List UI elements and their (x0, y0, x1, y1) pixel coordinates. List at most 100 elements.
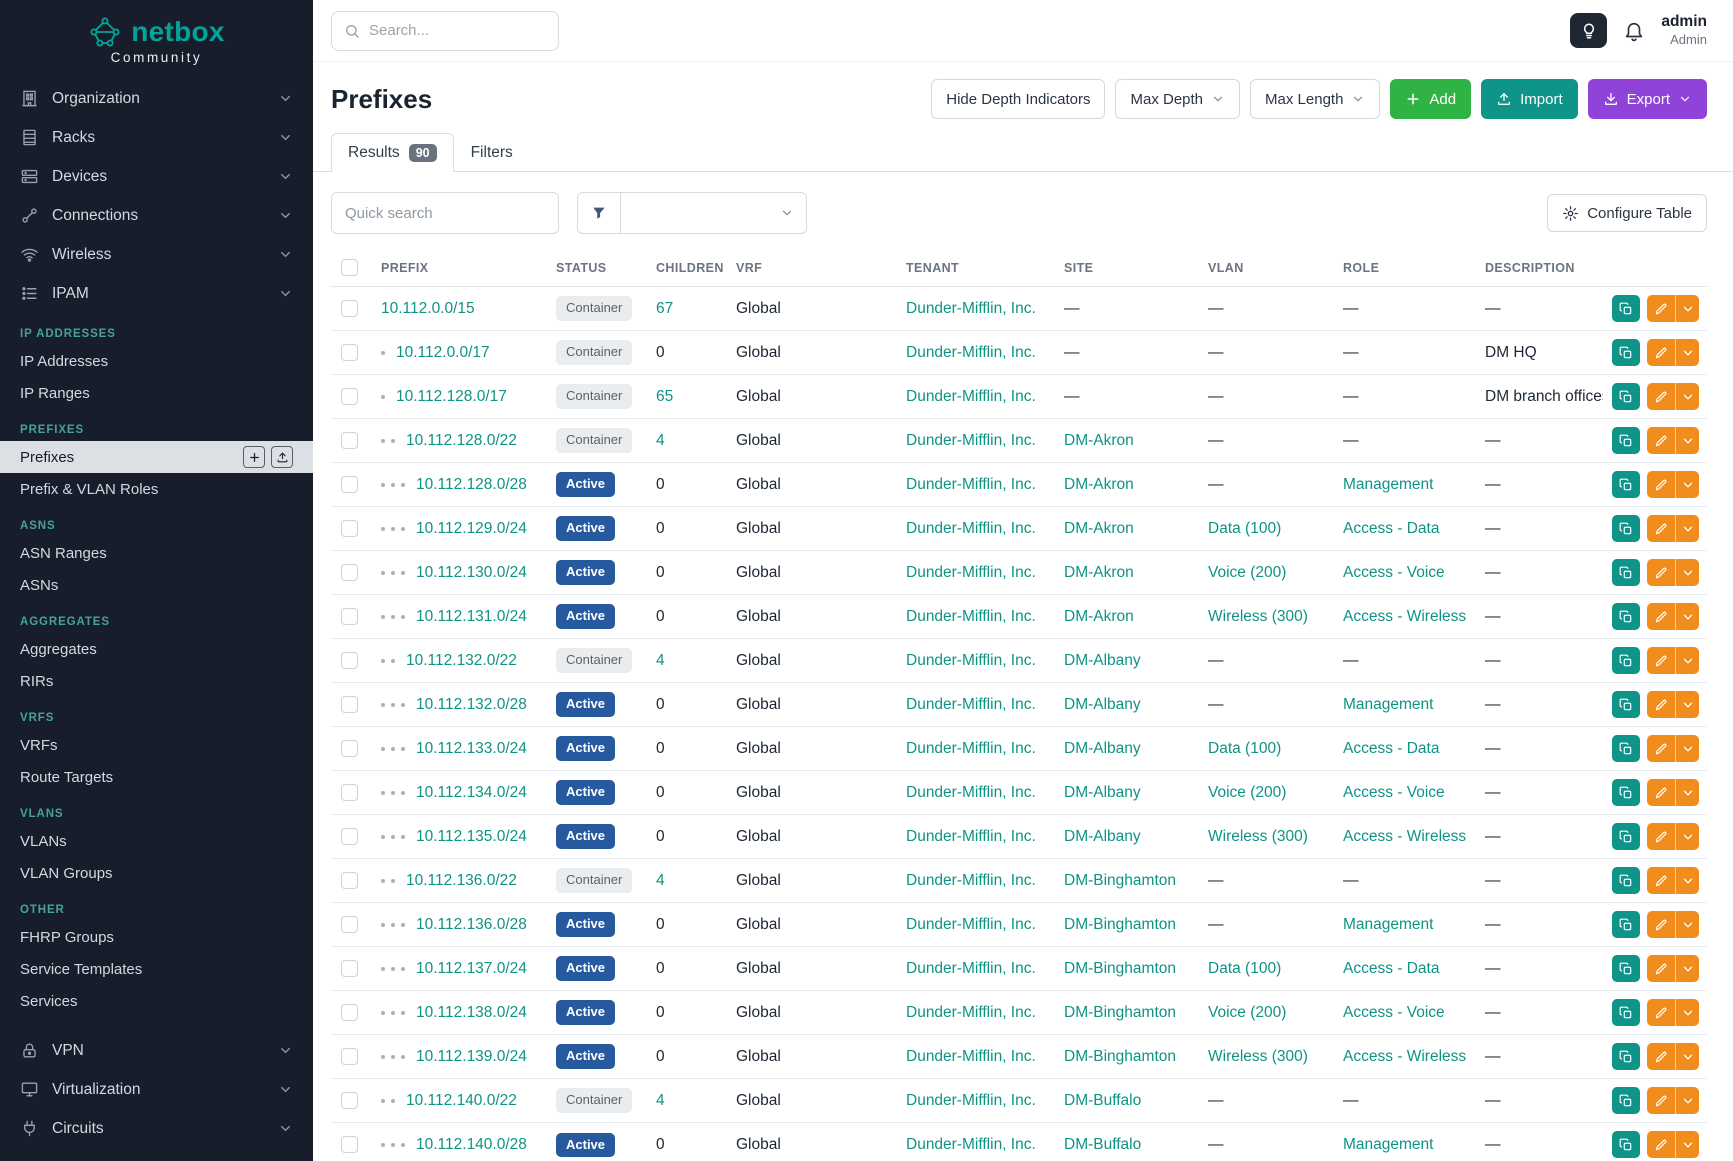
copy-button[interactable] (1612, 603, 1640, 630)
tenant-link[interactable]: Dunder-Mifflin, Inc. (906, 476, 1036, 493)
tenant-link[interactable]: Dunder-Mifflin, Inc. (906, 916, 1036, 933)
edit-dropdown-button[interactable] (1675, 471, 1699, 498)
row-checkbox[interactable] (341, 432, 358, 449)
sidebar-item-prefix-vlan-roles[interactable]: Prefix & VLAN Roles (0, 473, 313, 505)
edit-dropdown-button[interactable] (1675, 867, 1699, 894)
tenant-link[interactable]: Dunder-Mifflin, Inc. (906, 432, 1036, 449)
edit-dropdown-button[interactable] (1675, 383, 1699, 410)
column-header-status[interactable]: Status (548, 248, 648, 287)
copy-button[interactable] (1612, 383, 1640, 410)
edit-button[interactable] (1647, 603, 1675, 630)
edit-dropdown-button[interactable] (1675, 999, 1699, 1026)
role-link[interactable]: Access - Voice (1343, 784, 1445, 801)
prefix-link[interactable]: 10.112.0.0/15 (381, 300, 475, 317)
tenant-link[interactable]: Dunder-Mifflin, Inc. (906, 740, 1036, 757)
edit-button[interactable] (1647, 911, 1675, 938)
copy-button[interactable] (1612, 647, 1640, 674)
prefix-link[interactable]: 10.112.133.0/24 (416, 740, 527, 757)
vlan-link[interactable]: Data (100) (1208, 740, 1281, 757)
max-depth-dropdown[interactable]: Max Depth (1115, 79, 1240, 119)
role-link[interactable]: Access - Wireless (1343, 608, 1466, 625)
hide-depth-indicators-button[interactable]: Hide Depth Indicators (931, 79, 1105, 119)
configure-table-button[interactable]: Configure Table (1547, 194, 1707, 232)
edit-dropdown-button[interactable] (1675, 647, 1699, 674)
sidebar-item-services[interactable]: Services (0, 985, 313, 1017)
edit-button[interactable] (1647, 867, 1675, 894)
children-link[interactable]: 4 (656, 652, 665, 669)
row-checkbox[interactable] (341, 300, 358, 317)
prefix-link[interactable]: 10.112.136.0/22 (406, 872, 517, 889)
copy-button[interactable] (1612, 1043, 1640, 1070)
role-link[interactable]: Access - Wireless (1343, 1048, 1466, 1065)
export-button[interactable]: Export (1588, 79, 1707, 119)
edit-dropdown-button[interactable] (1675, 603, 1699, 630)
sidebar-item-wireless[interactable]: Wireless (0, 235, 313, 274)
quick-import-button[interactable] (271, 446, 293, 468)
edit-button[interactable] (1647, 471, 1675, 498)
edit-button[interactable] (1647, 559, 1675, 586)
sidebar-item-vpn[interactable]: VPN (0, 1031, 313, 1070)
sidebar-item-asn-ranges[interactable]: ASN Ranges (0, 537, 313, 569)
copy-button[interactable] (1612, 867, 1640, 894)
prefix-link[interactable]: 10.112.129.0/24 (416, 520, 527, 537)
vlan-link[interactable]: Wireless (300) (1208, 1048, 1308, 1065)
prefix-link[interactable]: 10.112.140.0/22 (406, 1092, 517, 1109)
edit-dropdown-button[interactable] (1675, 955, 1699, 982)
site-link[interactable]: DM-Albany (1064, 696, 1141, 713)
prefix-link[interactable]: 10.112.132.0/22 (406, 652, 517, 669)
netbox-logo[interactable]: netbox Community (0, 0, 313, 71)
prefix-link[interactable]: 10.112.128.0/17 (396, 388, 507, 405)
tab-filters[interactable]: Filters (454, 133, 530, 172)
edit-dropdown-button[interactable] (1675, 295, 1699, 322)
sidebar-item-route-targets[interactable]: Route Targets (0, 761, 313, 793)
edit-button[interactable] (1647, 383, 1675, 410)
sidebar-item-organization[interactable]: Organization (0, 79, 313, 118)
tenant-link[interactable]: Dunder-Mifflin, Inc. (906, 520, 1036, 537)
tenant-link[interactable]: Dunder-Mifflin, Inc. (906, 564, 1036, 581)
filter-button[interactable] (577, 192, 621, 234)
prefix-link[interactable]: 10.112.134.0/24 (416, 784, 527, 801)
column-header-children[interactable]: Children (648, 248, 728, 287)
site-link[interactable]: DM-Akron (1064, 520, 1134, 537)
row-checkbox[interactable] (341, 828, 358, 845)
column-header-description[interactable]: Description (1477, 248, 1603, 287)
site-link[interactable]: DM-Albany (1064, 740, 1141, 757)
sidebar-item-service-templates[interactable]: Service Templates (0, 953, 313, 985)
tenant-link[interactable]: Dunder-Mifflin, Inc. (906, 388, 1036, 405)
site-link[interactable]: DM-Akron (1064, 608, 1134, 625)
copy-button[interactable] (1612, 471, 1640, 498)
children-link[interactable]: 65 (656, 388, 673, 405)
sidebar-item-vlans[interactable]: VLANs (0, 825, 313, 857)
copy-button[interactable] (1612, 823, 1640, 850)
copy-button[interactable] (1612, 427, 1640, 454)
row-checkbox[interactable] (341, 388, 358, 405)
edit-button[interactable] (1647, 691, 1675, 718)
tenant-link[interactable]: Dunder-Mifflin, Inc. (906, 1092, 1036, 1109)
prefix-link[interactable]: 10.112.137.0/24 (416, 960, 527, 977)
sidebar-item-virtualization[interactable]: Virtualization (0, 1070, 313, 1109)
edit-dropdown-button[interactable] (1675, 515, 1699, 542)
edit-dropdown-button[interactable] (1675, 1131, 1699, 1158)
vlan-link[interactable]: Data (100) (1208, 960, 1281, 977)
site-link[interactable]: DM-Albany (1064, 652, 1141, 669)
global-search[interactable] (331, 11, 559, 51)
row-checkbox[interactable] (341, 1048, 358, 1065)
copy-button[interactable] (1612, 559, 1640, 586)
row-checkbox[interactable] (341, 916, 358, 933)
edit-button[interactable] (1647, 735, 1675, 762)
prefix-link[interactable]: 10.112.135.0/24 (416, 828, 527, 845)
sidebar-item-asns[interactable]: ASNs (0, 569, 313, 601)
sidebar-item-aggregates[interactable]: Aggregates (0, 633, 313, 665)
sidebar-item-prefixes[interactable]: Prefixes (0, 441, 313, 473)
edit-dropdown-button[interactable] (1675, 779, 1699, 806)
sidebar-item-ip-ranges[interactable]: IP Ranges (0, 377, 313, 409)
sidebar-item-fhrp-groups[interactable]: FHRP Groups (0, 921, 313, 953)
column-header-role[interactable]: Role (1335, 248, 1477, 287)
row-checkbox[interactable] (341, 696, 358, 713)
prefix-link[interactable]: 10.112.138.0/24 (416, 1004, 527, 1021)
vlan-link[interactable]: Voice (200) (1208, 564, 1286, 581)
tenant-link[interactable]: Dunder-Mifflin, Inc. (906, 1136, 1036, 1153)
prefix-link[interactable]: 10.112.131.0/24 (416, 608, 527, 625)
sidebar-item-rirs[interactable]: RIRs (0, 665, 313, 697)
copy-button[interactable] (1612, 339, 1640, 366)
